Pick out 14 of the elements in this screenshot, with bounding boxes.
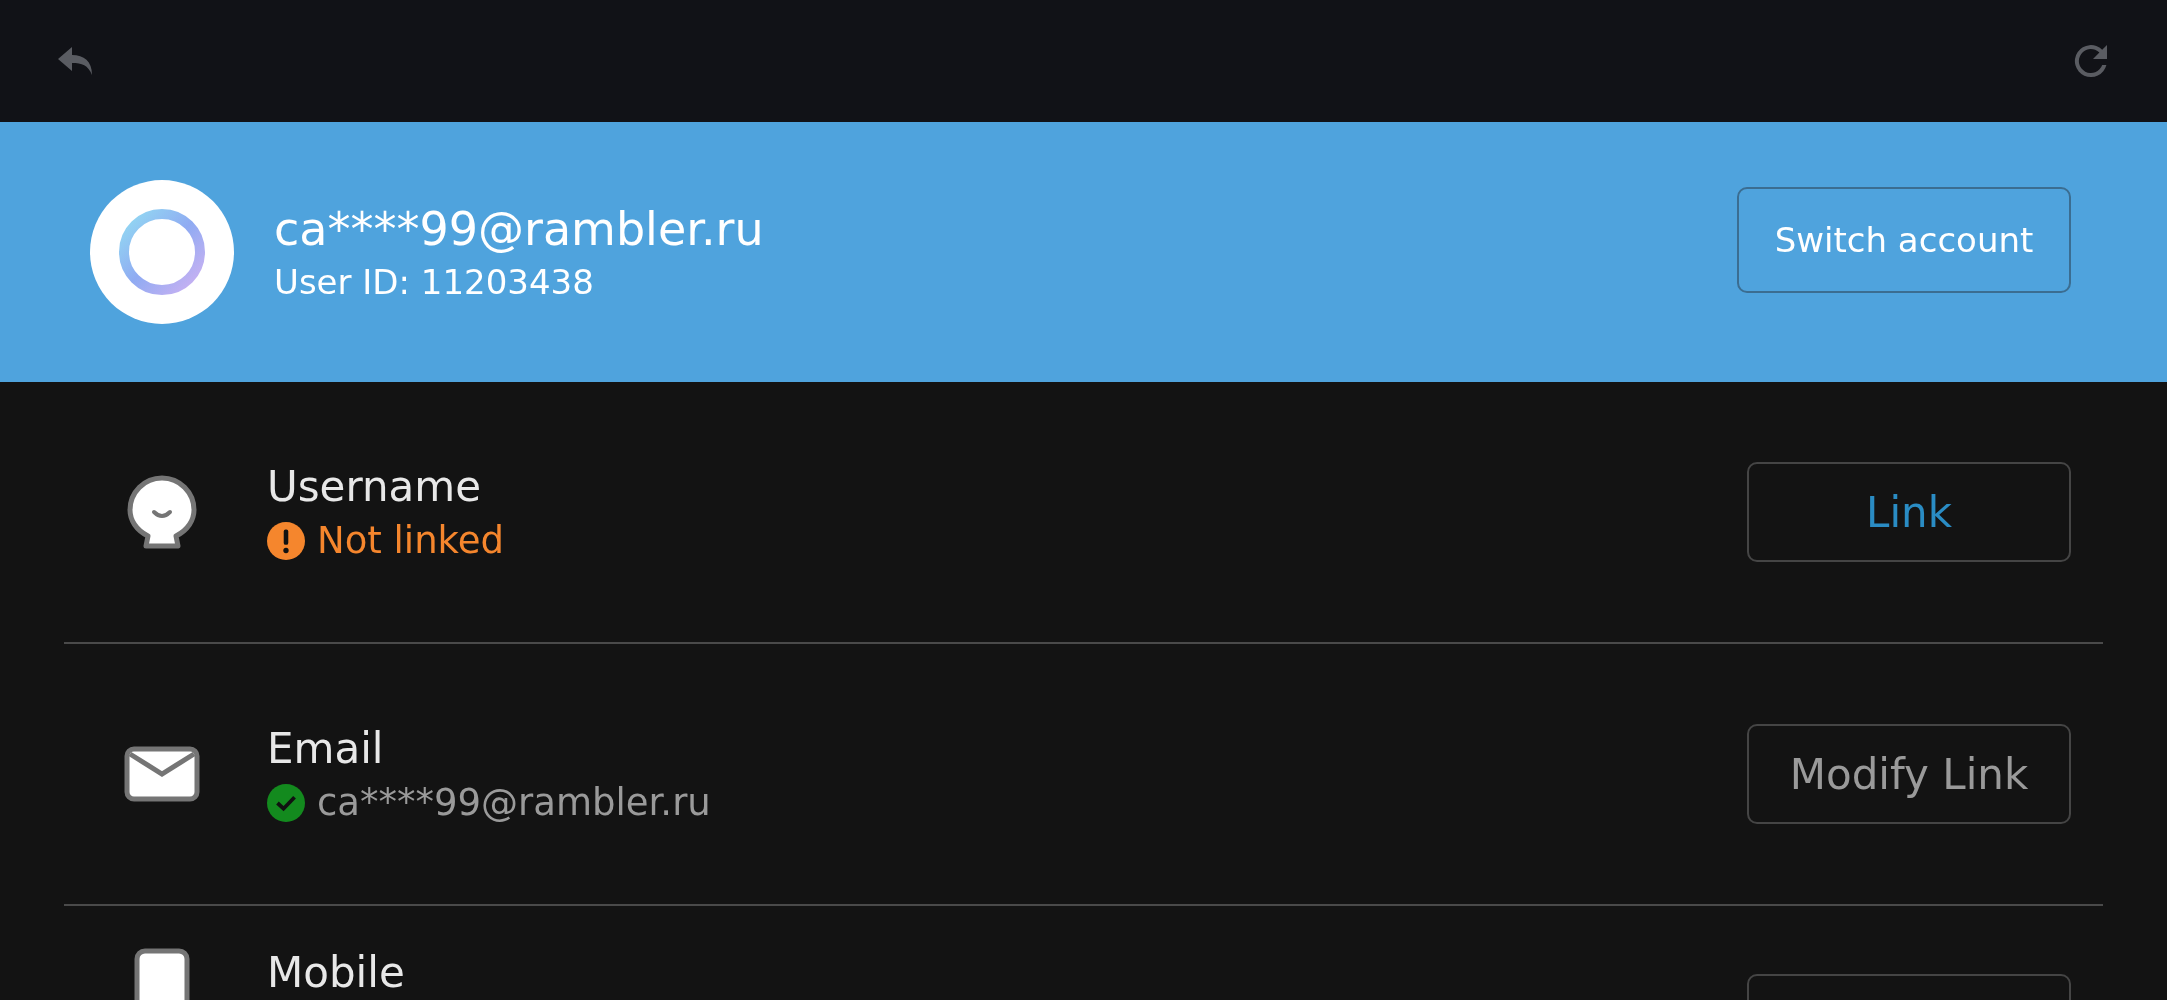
status-text: ca****99@rambler.ru xyxy=(317,781,711,824)
row-title: Email xyxy=(267,724,385,773)
row-title: Username xyxy=(267,462,483,511)
status-text: Not linked xyxy=(317,519,504,562)
user-id: User ID: 11203438 xyxy=(274,262,595,302)
row-title: Mobile xyxy=(267,948,406,997)
switch-account-button[interactable]: Switch account xyxy=(1737,187,2071,293)
account-email: ca****99@rambler.ru xyxy=(274,202,765,256)
check-icon xyxy=(267,783,305,822)
modify-link-button[interactable]: Modify Link xyxy=(1747,724,2071,824)
link-button[interactable]: Link xyxy=(1747,462,2071,562)
warning-icon xyxy=(267,521,305,560)
user-icon xyxy=(126,474,198,550)
envelope-icon xyxy=(124,746,200,802)
